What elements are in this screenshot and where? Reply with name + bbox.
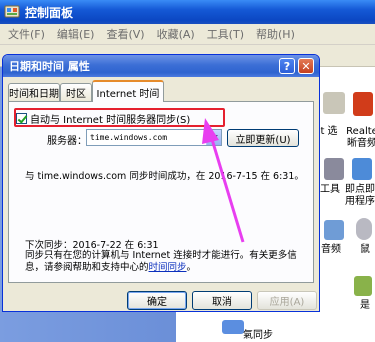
apply-label: 应用(A) [269, 297, 305, 308]
realtek-audio-icon[interactable] [353, 92, 373, 116]
help-button[interactable]: ? [279, 58, 295, 74]
menu-file[interactable]: 文件(F) [8, 26, 45, 42]
server-value: time.windows.com [90, 133, 168, 142]
dialog-titlebar[interactable]: 日期和时间 属性 ? ✕ [3, 55, 319, 77]
sync-note: 同步只有在您的计算机与 Internet 连接时才能进行。有关更多信息，请参阅帮… [25, 250, 311, 274]
date-time-properties-dialog: 日期和时间 属性 ? ✕ 时间和日期 时区 Internet 时间 自动与 In… [2, 54, 320, 312]
menu-help[interactable]: 帮助(H) [256, 26, 295, 42]
next-sync-text: 下次同步：2016-7-22 在 6:31 [25, 240, 159, 251]
tab-label: 时区 [66, 89, 86, 100]
chevron-down-icon[interactable] [206, 130, 221, 145]
cp-icon-label: Realte 晰音频 [346, 126, 375, 149]
control-panel-icon [4, 4, 20, 20]
sync-checkbox-label[interactable]: 自动与 Internet 时间服务器同步(S) [30, 111, 190, 126]
cancel-label: 取消 [212, 297, 232, 308]
sync-checkbox-row[interactable]: 自动与 Internet 时间服务器同步(S) [16, 111, 190, 126]
menu-tools[interactable]: 工具(T) [207, 26, 244, 42]
tab-internet-time[interactable]: Internet 时间 [92, 80, 164, 102]
cp-icon-label: 是 [360, 300, 370, 311]
mouse-icon[interactable] [356, 218, 372, 240]
tab-label: 时间和日期 [9, 89, 59, 100]
accessibility-icon[interactable] [323, 92, 345, 114]
cp-icon-label: 音频 [321, 244, 341, 255]
menu-view[interactable]: 查看(V) [106, 26, 144, 42]
cp-icon-label: 氣同步 [243, 330, 273, 341]
help-icon: ? [283, 59, 291, 73]
note-end: 。 [186, 262, 197, 273]
cp-icon-label: 即点即 用程序 [345, 184, 375, 207]
dialog-title: 日期和时间 属性 [9, 60, 90, 73]
sound-audio-icon[interactable] [324, 220, 344, 240]
control-panel-title: 控制面板 [25, 5, 74, 20]
cp-icon-label: 鼠 [360, 244, 370, 255]
display-icon[interactable] [354, 276, 372, 296]
tab-label: Internet 时间 [96, 88, 160, 100]
sync-status-message: 与 time.windows.com 同步时间成功，在 2016-7-15 在 … [25, 171, 304, 182]
time-sync-help-link[interactable]: 时间同步 [149, 262, 187, 273]
tab-time-zone[interactable]: 时区 [60, 83, 92, 101]
control-panel-titlebar: 控制面板 [0, 0, 375, 24]
update-now-button[interactable]: 立即更新(U) [227, 129, 299, 147]
apply-button[interactable]: 应用(A) [257, 291, 317, 310]
server-select[interactable]: time.windows.com [86, 129, 222, 146]
menu-favorites[interactable]: 收藏(A) [157, 26, 195, 42]
server-label: 服务器： [47, 136, 87, 147]
tab-date-time[interactable]: 时间和日期 [8, 83, 60, 101]
ok-button[interactable]: 确定 [127, 291, 187, 310]
menu-edit[interactable]: 编辑(E) [57, 26, 95, 42]
ok-label: 确定 [147, 297, 167, 308]
control-panel-menubar: 文件(F) 编辑(E) 查看(V) 收藏(A) 工具(T) 帮助(H) [0, 24, 375, 45]
click-to-run-icon[interactable] [352, 158, 372, 180]
close-button[interactable]: ✕ [298, 58, 314, 74]
cp-icon-label: 工具 [320, 184, 340, 195]
sync-checkbox[interactable] [16, 112, 27, 124]
update-now-label: 立即更新(U) [235, 134, 291, 146]
admin-tools-icon[interactable] [324, 158, 344, 180]
close-icon: ✕ [301, 59, 311, 73]
cancel-button[interactable]: 取消 [192, 291, 252, 310]
